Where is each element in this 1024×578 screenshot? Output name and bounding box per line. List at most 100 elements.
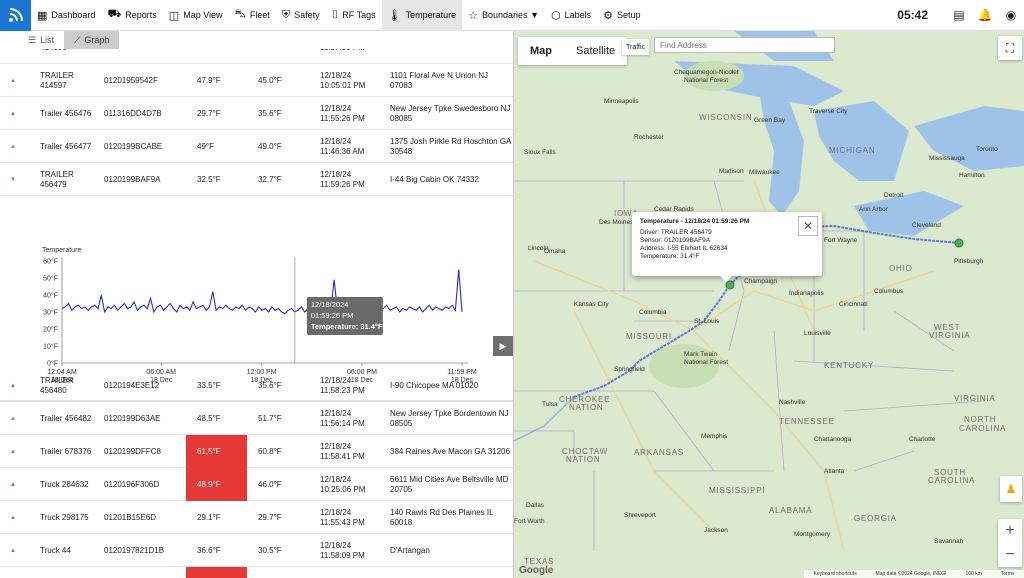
table-row[interactable]: ▲ Truck 44 0120197821D1B 36.6°F 30.5°F 12/18/… [0, 534, 513, 567]
forest-area [684, 61, 744, 91]
map-place-label: Savannah [934, 538, 964, 545]
nav-safety[interactable]: ⛨ Safety [276, 0, 326, 31]
address: D'Artangan [390, 534, 512, 567]
expand-arrow-icon[interactable]: ▲ [10, 369, 20, 402]
zoom-out-button[interactable]: − [998, 543, 1022, 567]
fullscreen-icon[interactable]: ⛶ [998, 36, 1022, 60]
map-place-label: Cincinnati [839, 301, 868, 308]
map-canvas[interactable]: MINNESOTAChequamegon-NicoletNational For… [514, 31, 1024, 578]
nav-rf-tags[interactable]: ⌷ RF Tags [326, 0, 382, 31]
expand-arrow-icon[interactable]: ▲ [10, 501, 20, 534]
table-row[interactable]: ▲ Trailer 456482 0120199D63AE 48.5°F 51.7°F 1… [0, 402, 513, 435]
bell-icon[interactable]: 🔔 [972, 8, 998, 22]
temperature-value-text: 48.9°F [197, 479, 221, 489]
end-marker[interactable] [954, 238, 964, 248]
nav-temperature[interactable]: 🌡 Temperature [381, 0, 463, 31]
temperature-previous: 45.0°F [258, 64, 314, 97]
zoom-in-button[interactable]: + [998, 519, 1022, 543]
nav-labels[interactable]: ⬡ Labels [545, 0, 597, 31]
satellite-button[interactable]: Satellite [564, 37, 627, 65]
temperature-value: 29.1°F [186, 501, 247, 534]
map-footer-item[interactable]: Terms [1001, 571, 1015, 577]
expand-arrow-icon[interactable]: ▲ [10, 130, 20, 163]
find-address-input[interactable] [654, 37, 835, 53]
info-window: Temperature - 12/18/24 01:59:26 PM Drive… [632, 212, 822, 282]
table-row[interactable]: ▲ Truck 284632 0120196F306D 48.9°F 46.0°F 12/… [0, 468, 513, 501]
table-row[interactable]: ▲ Trailer 456476 011316DD4D7B 29.7°F 35.6°F 1… [0, 97, 513, 130]
table-row[interactable]: ▲ Truck 298175 01201B15E6D 29.1°F 29.7°F 12/1… [0, 501, 513, 534]
address-text: I-44 Big Cabin OK 74332 [390, 174, 479, 184]
traffic-button[interactable]: Traffic [622, 39, 650, 55]
table-row[interactable]: ▲ Trailer 678376 0120199DFFC8 61.5°F 60.8°F 1… [0, 435, 513, 468]
nav-dashboard[interactable]: ▦ Dashboard [31, 0, 101, 31]
vehicle-name: Truck 284632 [40, 468, 100, 501]
timestamp-time: 11:55:26 PM [320, 113, 365, 123]
view-tabs: ☰ List ⟋ Graph [0, 31, 513, 49]
map-place-label: Columbia [639, 309, 667, 316]
expand-arrow-icon[interactable]: ▲ [10, 435, 20, 468]
table-row[interactable]: ▲ TRAILER 456480 0120194E3E12 33.5°F 35.6°F 1… [0, 369, 513, 402]
temperature-previous: 46.0°F [258, 468, 314, 501]
map-place-label: Fort Wayne [824, 237, 858, 244]
tab-list[interactable]: ☰ List [18, 31, 64, 49]
truck-icon: ⛟ [107, 8, 122, 20]
expand-arrow-icon[interactable]: ▲ [10, 468, 20, 501]
expand-arrow-icon[interactable]: ▲ [10, 97, 20, 130]
map-place-label: Springfield [614, 366, 645, 373]
nav-fleet[interactable]: ⛍ Fleet [229, 0, 276, 31]
account-icon[interactable]: ◉ [998, 8, 1024, 22]
tooltip-date: 12/18/2024 [311, 300, 349, 309]
temperature-previous: 35.6°F [258, 369, 314, 402]
map-place-label: KENTUCKY [824, 361, 874, 370]
temperature-value: 32.5°F [186, 163, 247, 196]
expand-arrow-icon[interactable]: ▼ [10, 163, 20, 196]
expand-arrow-icon[interactable]: ▲ [10, 567, 20, 578]
info-tail [720, 276, 732, 282]
timestamp: 12/18/24 10:25:06 PM [320, 468, 388, 501]
nav-map-view[interactable]: ◫ Map View [163, 0, 229, 31]
close-icon[interactable]: ✕ [798, 216, 818, 236]
location-marker[interactable] [725, 280, 735, 290]
sensor-id: 01201959542F [104, 64, 184, 97]
timestamp: 12/18/24 11:59:26 PM [320, 163, 388, 196]
temperature-value [186, 567, 247, 578]
map-view[interactable]: MINNESOTAChequamegon-NicoletNational For… [514, 31, 1024, 578]
thermometer-icon: 🌡 [387, 9, 402, 22]
vehicle-name-text: TRAILER 456480 [40, 375, 74, 395]
map-button[interactable]: Map [518, 37, 564, 65]
list-icon: ☰ [28, 34, 37, 45]
sensor-id-text: 01201B15E6D [104, 512, 157, 522]
info-driver: Driver: TRAILER 456479 [640, 229, 712, 236]
sensor-id-text: 0120194E3E12 [104, 380, 160, 390]
street-view-icon[interactable]: ♟ [1000, 476, 1022, 502]
address-text: 6611 Mid Cities Ave Beltsville MD 20705 [390, 474, 509, 494]
nav-setup[interactable]: ⚙ Setup [597, 0, 646, 31]
expand-arrow-icon[interactable]: ▲ [10, 64, 20, 97]
address-text: I-90 Chicopee MA 01020 [390, 380, 479, 390]
table-row[interactable]: ▲ 12/18/242606 Hamilton Blvd South [0, 567, 513, 578]
timestamp: 12/18/24 11:46:36 AM [320, 130, 388, 163]
map-place-label: Atlanta [824, 468, 845, 475]
tooltip-time: 01:59:26 PM [311, 311, 354, 320]
y-tick-label: 20°F [43, 326, 58, 334]
next-arrow-button[interactable]: ▶ [493, 336, 513, 356]
chat-icon[interactable]: ▤ [946, 8, 972, 22]
logo[interactable] [0, 0, 31, 31]
table-row[interactable]: ▼ TRAILER 456479 0120199BAF9A 32.5°F 32.7°F 1… [0, 163, 513, 196]
expand-arrow-icon[interactable]: ▲ [10, 402, 20, 435]
address-text: D'Artangan [390, 545, 430, 555]
gear-icon: ⚙ [603, 9, 613, 22]
expand-arrow-icon[interactable]: ▲ [10, 534, 20, 567]
map-place-label: MISSISSIPPI [709, 486, 765, 495]
table-row[interactable]: ▲ Trailer 456477 0120199BCABE 49°F 49.0°F 12/… [0, 130, 513, 163]
nav-boundaries[interactable]: ☆ Boundaries ▼ [462, 0, 545, 31]
table-row[interactable]: ▲ TRAILER 414597 01201959542F 47.9°F 45.0°F 1… [0, 64, 513, 97]
temperature-value-text: 36.6°F [197, 545, 221, 555]
map-footer-item[interactable]: Keyboard shortcuts [813, 571, 856, 577]
temperature-value-text: 33.5°F [197, 380, 221, 390]
y-tick-label: 0°F [47, 360, 58, 368]
nav-reports[interactable]: ⛟ Reports [101, 0, 162, 31]
temperature-previous: 32.7°F [258, 163, 314, 196]
tab-graph[interactable]: ⟋ Graph [64, 31, 120, 49]
temperature-previous-text: 45.0°F [258, 75, 282, 85]
